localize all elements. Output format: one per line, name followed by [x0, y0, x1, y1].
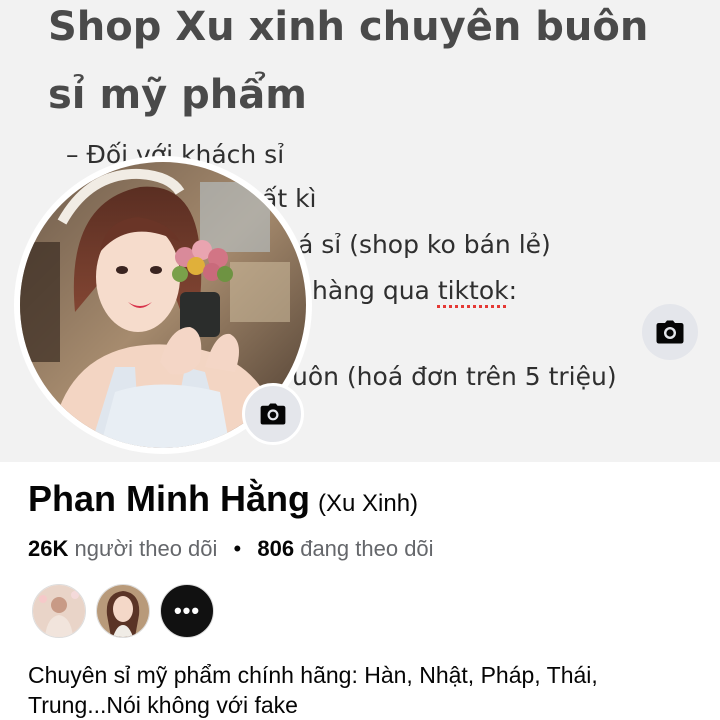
- camera-icon: [656, 320, 684, 344]
- friend-avatar[interactable]: [96, 584, 150, 638]
- profile-name-text: Phan Minh Hằng: [28, 478, 310, 519]
- stats-separator: •: [233, 536, 242, 561]
- cover-text-line-4-prefix: hàng qua: [312, 276, 438, 305]
- camera-icon: [260, 403, 286, 425]
- more-friends-button[interactable]: •••: [160, 584, 214, 638]
- profile-bio: Chuyên sỉ mỹ phẩm chính hãng: Hàn, Nhật,…: [28, 662, 598, 718]
- friend-photo: [33, 585, 85, 637]
- cover-title-line-1: Shop Xu xinh chuyên buôn: [48, 4, 649, 50]
- cover-text-line-3: á sỉ (shop ko bán lẻ): [298, 230, 551, 259]
- edit-cover-photo-button[interactable]: [642, 304, 698, 360]
- cover-text-tiktok-word: tiktok: [437, 276, 509, 305]
- profile-name: Phan Minh Hằng (Xu Xinh): [28, 478, 418, 520]
- friend-avatar[interactable]: [32, 584, 86, 638]
- profile-alt-name: (Xu Xinh): [318, 490, 419, 517]
- following-label[interactable]: đang theo dõi: [300, 536, 433, 561]
- followers-count[interactable]: 26K: [28, 536, 68, 561]
- following-count[interactable]: 806: [257, 536, 294, 561]
- edit-avatar-button[interactable]: [242, 383, 304, 445]
- friend-photo: [97, 585, 149, 637]
- friends-avatars-row: •••: [32, 584, 214, 638]
- cover-title-line-2: sỉ mỹ phẩm: [48, 72, 307, 118]
- cover-text-line-5: uôn (hoá đơn trên 5 triệu): [292, 362, 617, 391]
- followers-label[interactable]: người theo dõi: [74, 536, 217, 561]
- cover-text-line-4: hàng qua tiktok:: [312, 276, 517, 305]
- cover-text-line-4-suffix: :: [508, 276, 518, 305]
- more-dots-icon: •••: [173, 598, 201, 623]
- profile-stats: 26K người theo dõi • 806 đang theo dõi: [28, 536, 434, 562]
